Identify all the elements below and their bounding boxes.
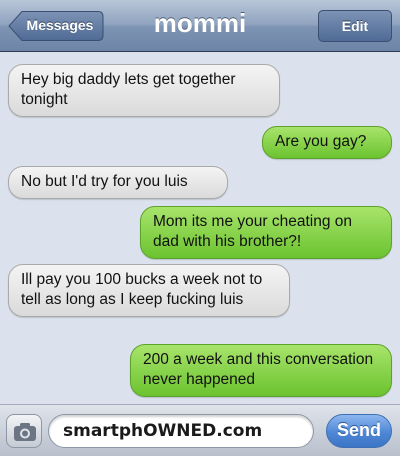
message-input-text: smartphOWNED.com [63, 421, 263, 441]
message-bubble-incoming: Ill pay you 100 bucks a week not to tell… [8, 264, 290, 317]
message-bubble-incoming: No but I'd try for you luis [8, 166, 228, 199]
send-button[interactable]: Send [326, 414, 392, 448]
composer-bar: smartphOWNED.com Send [0, 404, 400, 456]
nav-bar: Messages mommi Edit [0, 0, 400, 52]
camera-button[interactable] [6, 414, 42, 448]
message-bubble-outgoing: Are you gay? [262, 126, 392, 159]
message-bubble-outgoing: 200 a week and this conversation never h… [130, 344, 392, 397]
message-bubble-incoming: Hey big daddy lets get together tonight [8, 64, 280, 117]
message-bubble-outgoing: Mom its me your cheating on dad with his… [140, 206, 392, 259]
message-input[interactable]: smartphOWNED.com [48, 414, 314, 448]
camera-icon [14, 423, 36, 441]
message-thread: Hey big daddy lets get together tonight … [0, 52, 400, 400]
edit-button[interactable]: Edit [318, 10, 392, 42]
